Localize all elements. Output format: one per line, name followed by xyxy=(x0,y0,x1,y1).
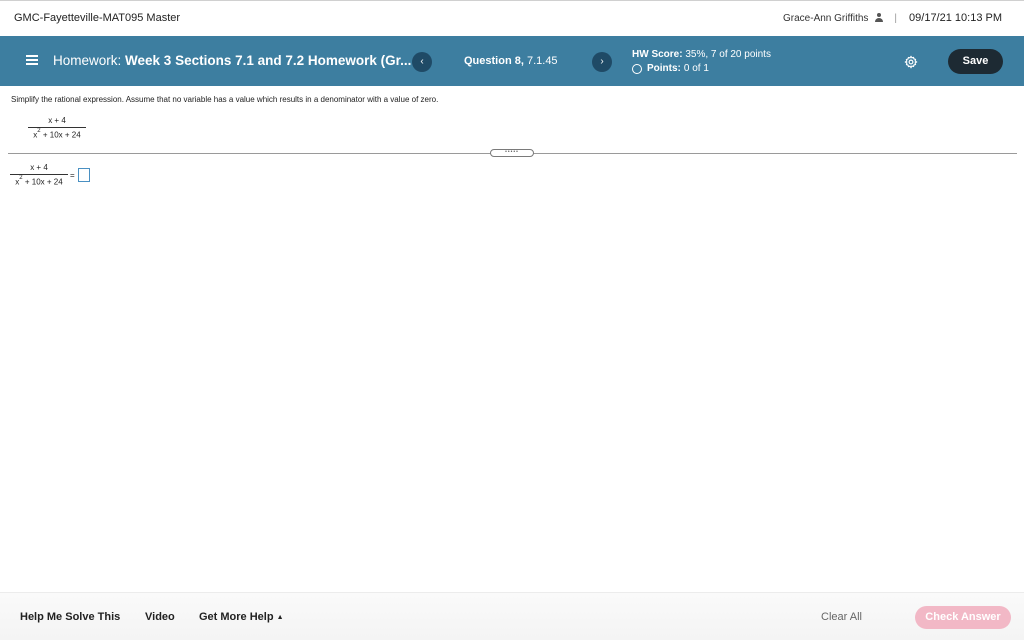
homework-prefix: Homework: xyxy=(53,53,122,68)
points-line: Points: 0 of 1 xyxy=(632,62,771,76)
points-value: 0 of 1 xyxy=(683,63,709,74)
video-link[interactable]: Video xyxy=(145,611,175,623)
hw-score-label: HW Score: xyxy=(632,49,683,60)
circle-icon xyxy=(632,64,642,74)
clear-all-button[interactable]: Clear All xyxy=(821,611,862,623)
homework-header: Homework: Week 3 Sections 7.1 and 7.2 Ho… xyxy=(0,36,1024,86)
footer-bar: Help Me Solve This Video Get More Help ▲ … xyxy=(0,592,1024,640)
homework-title: Homework: Week 3 Sections 7.1 and 7.2 Ho… xyxy=(53,53,411,68)
get-more-help-label: Get More Help xyxy=(199,611,274,623)
get-more-help-link[interactable]: Get More Help ▲ xyxy=(199,611,284,623)
user-name[interactable]: Grace-Ann Griffiths xyxy=(783,13,868,24)
answer-expression: x + 4 x2 + 10x + 24 xyxy=(10,163,68,187)
help-me-solve-link[interactable]: Help Me Solve This xyxy=(20,611,120,623)
hw-score-line: HW Score: 35%, 7 of 20 points xyxy=(632,48,771,62)
save-button[interactable]: Save xyxy=(948,49,1003,74)
answer-denominator: x2 + 10x + 24 xyxy=(10,175,68,187)
question-number: Question 8, xyxy=(464,55,524,67)
top-bar: GMC-Fayetteville-MAT095 Master Grace-Ann… xyxy=(0,0,1024,36)
answer-numerator: x + 4 xyxy=(30,163,48,172)
answer-denominator-rest: + 10x + 24 xyxy=(24,177,63,187)
caret-up-icon: ▲ xyxy=(276,614,284,621)
user-area: Grace-Ann Griffiths | 09/17/21 10:13 PM xyxy=(783,12,1002,24)
equals-sign: = xyxy=(70,171,75,180)
gear-icon[interactable] xyxy=(904,55,918,69)
homework-name: Week 3 Sections 7.1 and 7.2 Homework (Gr… xyxy=(125,53,412,68)
user-icon[interactable] xyxy=(874,13,884,23)
denominator: x2 + 10x + 24 xyxy=(28,128,86,140)
question-id: 7.1.45 xyxy=(526,55,558,67)
hamburger-menu-icon[interactable] xyxy=(26,55,38,65)
hw-score-value: 35%, 7 of 20 points xyxy=(685,49,771,60)
question-label: Question 8, 7.1.45 xyxy=(464,55,558,67)
numerator: x + 4 xyxy=(48,116,66,125)
question-instruction: Simplify the rational expression. Assume… xyxy=(11,95,439,104)
answer-denominator-exponent: 2 xyxy=(19,175,23,181)
score-block: HW Score: 35%, 7 of 20 points Points: 0 … xyxy=(632,48,771,76)
separator: | xyxy=(894,12,898,24)
next-question-button[interactable]: › xyxy=(592,52,612,72)
denominator-rest: + 10x + 24 xyxy=(42,130,81,140)
course-title: GMC-Fayetteville-MAT095 Master xyxy=(14,12,181,24)
answer-input[interactable] xyxy=(78,168,90,182)
check-answer-button[interactable]: Check Answer xyxy=(915,606,1011,629)
pane-resize-handle[interactable]: ••••• xyxy=(490,149,534,157)
denominator-exponent: 2 xyxy=(37,128,41,134)
points-label: Points: xyxy=(647,63,681,74)
previous-question-button[interactable]: ‹ xyxy=(412,52,432,72)
datetime: 09/17/21 10:13 PM xyxy=(909,12,1002,24)
question-expression: x + 4 x2 + 10x + 24 xyxy=(28,116,86,140)
